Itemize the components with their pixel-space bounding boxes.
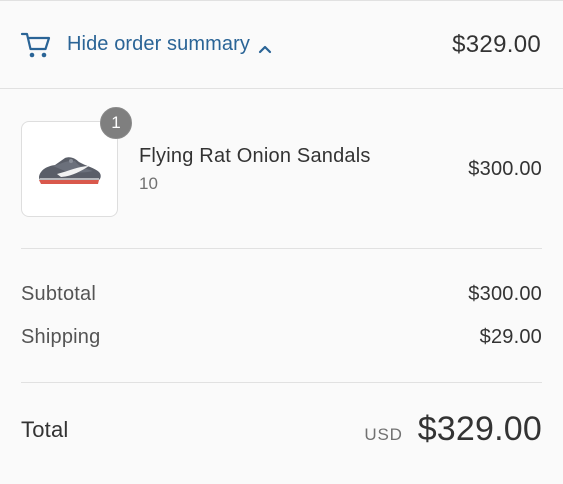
gray-sneaker-image (38, 157, 101, 184)
currency-code: USD (364, 425, 403, 444)
quantity-badge: 1 (100, 107, 132, 139)
product-row: 1 Flying Rat Onion Sandals 10 $300.00 (21, 107, 542, 217)
order-summary-page: Hide order summary $329.00 1 Flying Rat … (0, 0, 563, 484)
subtotal-line: Subtotal $300.00 (21, 283, 542, 306)
toggle-label[interactable]: Hide order summary (67, 33, 250, 56)
divider (21, 248, 542, 249)
cart-icon (20, 30, 52, 60)
chevron-up-icon (258, 41, 272, 53)
product-name: Flying Rat Onion Sandals (139, 144, 371, 167)
divider (21, 382, 542, 383)
shipping-value: $29.00 (479, 326, 542, 348)
shipping-line: Shipping $29.00 (21, 326, 542, 349)
order-summary-toggle[interactable]: Hide order summary $329.00 (0, 0, 563, 89)
product-thumbnail (21, 121, 118, 217)
subtotal-label: Subtotal (21, 283, 96, 305)
total-amount-group: USD $329.00 (364, 410, 542, 449)
subtotal-value: $300.00 (468, 283, 542, 305)
product-price: $300.00 (468, 157, 542, 180)
shipping-label: Shipping (21, 326, 101, 348)
total-label: Total (21, 416, 69, 442)
product-variant: 10 (139, 173, 158, 193)
toggle-total-price: $329.00 (452, 30, 541, 58)
total-line: Total USD $329.00 (21, 410, 542, 449)
product-thumbnail-wrapper: 1 (21, 107, 132, 217)
product-info: Flying Rat Onion Sandals 10 (139, 145, 371, 194)
total-value: $329.00 (417, 410, 542, 448)
